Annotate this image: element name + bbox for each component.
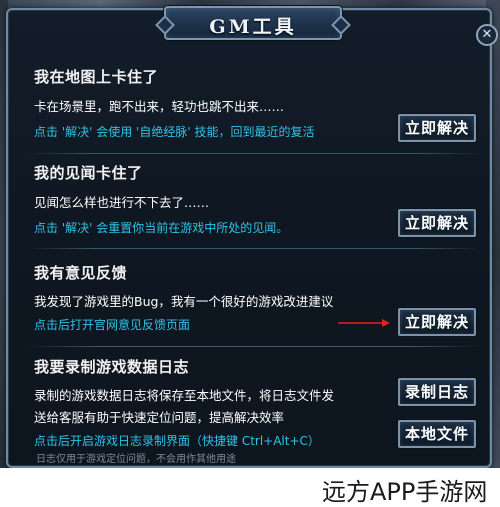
footnote: 日志仅用于游戏定位问题，不会用作其他用途 bbox=[36, 454, 236, 465]
section-stuck-quest: 我的见闻卡住了 bbox=[34, 162, 484, 183]
record-log-button[interactable]: 录制日志 bbox=[398, 378, 476, 406]
solve-now-button-quest[interactable]: 立即解决 bbox=[398, 209, 476, 237]
divider bbox=[26, 153, 482, 154]
solve-now-button-map[interactable]: 立即解决 bbox=[398, 114, 476, 142]
solve-now-button-feedback[interactable]: 立即解决 bbox=[398, 308, 476, 336]
section-record-log: 我要录制游戏数据日志 bbox=[34, 356, 484, 377]
gm-tool-dialog: GM工具 ✕ 我在地图上卡住了 卡在场景里，跑不出来，轻功也跳不出来…… 点击 … bbox=[6, 6, 498, 468]
red-arrow-icon bbox=[338, 319, 390, 327]
divider bbox=[26, 248, 482, 249]
dialog-title-plate: GM工具 bbox=[164, 6, 342, 40]
description-text: 卡在场景里，跑不出来，轻功也跳不出来…… bbox=[34, 99, 285, 114]
dialog-title: GM工具 bbox=[209, 16, 297, 38]
watermark-strip: 远方APP手游网 bbox=[0, 468, 500, 507]
divider bbox=[26, 346, 482, 347]
local-file-button[interactable]: 本地文件 bbox=[398, 420, 476, 448]
section-feedback: 我有意见反馈 bbox=[34, 262, 484, 283]
section-stuck-on-map: 我在地图上卡住了 bbox=[34, 66, 484, 87]
section-title: 我要录制游戏数据日志 bbox=[34, 358, 190, 376]
section-title: 我的见闻卡住了 bbox=[34, 164, 143, 182]
section-title: 我有意见反馈 bbox=[34, 264, 128, 282]
watermark-text: 远方APP手游网 bbox=[322, 478, 488, 506]
section-title: 我在地图上卡住了 bbox=[34, 68, 159, 86]
close-icon[interactable]: ✕ bbox=[476, 24, 498, 46]
section-description: 卡在场景里，跑不出来，轻功也跳不出来…… bbox=[34, 96, 484, 115]
